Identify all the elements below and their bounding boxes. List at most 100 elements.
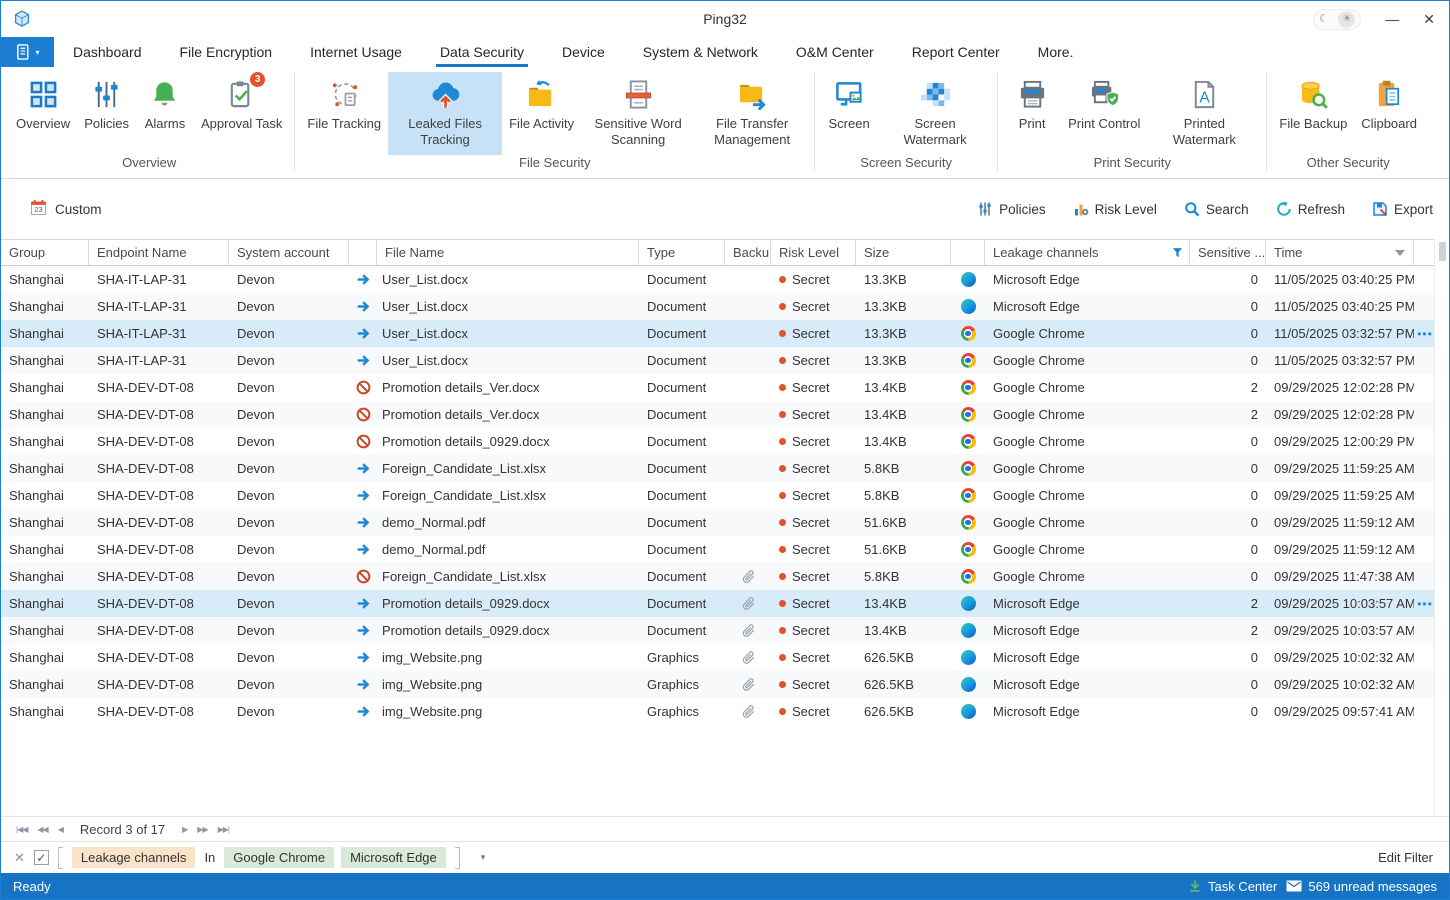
column-header-group[interactable]: Group <box>1 240 89 265</box>
column-header-sensitive[interactable]: Sensitive ... <box>1190 240 1266 265</box>
cell-sensitive-count: 0 <box>1190 320 1266 347</box>
tab-o-m-center[interactable]: O&M Center <box>777 37 893 67</box>
ribbon-item-print-control[interactable]: Print Control <box>1061 72 1147 155</box>
filter-value-chip[interactable]: Google Chrome <box>224 847 334 868</box>
sort-dropdown-icon[interactable] <box>1395 250 1405 256</box>
risk-label: Secret <box>792 407 830 422</box>
column-header-empty[interactable] <box>1414 240 1436 265</box>
prev-record-icon[interactable]: ◀ <box>53 825 68 834</box>
table-row[interactable]: ShanghaiSHA-DEV-DT-08Devonimg_Website.pn… <box>1 644 1434 671</box>
tab-file-encryption[interactable]: File Encryption <box>161 37 292 67</box>
table-row[interactable]: ShanghaiSHA-DEV-DT-08DevonForeign_Candid… <box>1 482 1434 509</box>
cell-type: Graphics <box>639 698 725 725</box>
ribbon-item-alarms[interactable]: Alarms <box>136 72 194 155</box>
vertical-scrollbar[interactable] <box>1434 239 1449 816</box>
table-row[interactable]: ShanghaiSHA-IT-LAP-31DevonUser_List.docx… <box>1 320 1434 347</box>
cell-leakage-channel: Google Chrome <box>985 455 1190 482</box>
column-header-size[interactable]: Size <box>856 240 951 265</box>
column-header-risk-level[interactable]: Risk Level <box>771 240 856 265</box>
risk-level-button[interactable]: Risk Level <box>1073 201 1157 217</box>
screen-watermark-icon <box>920 76 951 112</box>
table-row[interactable]: ShanghaiSHA-DEV-DT-08DevonPromotion deta… <box>1 590 1434 617</box>
ribbon-item-file-activity[interactable]: File Activity <box>502 72 581 155</box>
table-row[interactable]: ShanghaiSHA-DEV-DT-08DevonPromotion deta… <box>1 428 1434 455</box>
tab-report-center[interactable]: Report Center <box>893 37 1019 67</box>
column-header-leakage-channels[interactable]: Leakage channels <box>985 240 1190 265</box>
cell-endpoint-name: SHA-IT-LAP-31 <box>89 266 229 293</box>
refresh-button[interactable]: Refresh <box>1276 201 1345 217</box>
app-menu-button[interactable]: ▾ <box>1 37 54 67</box>
table-row[interactable]: ShanghaiSHA-DEV-DT-08DevonForeign_Candid… <box>1 563 1434 590</box>
tab-dashboard[interactable]: Dashboard <box>54 37 161 67</box>
column-header-endpoint-name[interactable]: Endpoint Name <box>89 240 229 265</box>
cell-endpoint-name: SHA-DEV-DT-08 <box>89 617 229 644</box>
filter-value-chip[interactable]: Microsoft Edge <box>341 847 446 868</box>
export-button[interactable]: Export <box>1372 201 1433 217</box>
ribbon-item-screen-watermark[interactable]: Screen Watermark <box>878 72 992 155</box>
table-row[interactable]: ShanghaiSHA-DEV-DT-08DevonPromotion deta… <box>1 374 1434 401</box>
edit-filter-button[interactable]: Edit Filter <box>1378 850 1433 865</box>
table-row[interactable]: ShanghaiSHA-IT-LAP-31DevonUser_List.docx… <box>1 293 1434 320</box>
scrollbar-thumb[interactable] <box>1439 242 1446 261</box>
column-header-system-account[interactable]: System account <box>229 240 349 265</box>
task-center-button[interactable]: Task Center <box>1188 879 1277 894</box>
ribbon-item-print[interactable]: Print <box>1003 72 1061 155</box>
cell-backup-empty <box>725 374 771 401</box>
close-button[interactable]: ✕ <box>1423 12 1435 26</box>
fast-prev-icon[interactable]: ◀◀ <box>32 825 52 834</box>
table-row[interactable]: ShanghaiSHA-DEV-DT-08Devondemo_Normal.pd… <box>1 509 1434 536</box>
ribbon-item-file-tracking[interactable]: File Tracking <box>300 72 388 155</box>
tab-more[interactable]: More. <box>1019 37 1093 67</box>
search-button[interactable]: Search <box>1184 201 1249 217</box>
app-window: Ping32 ☾ ☀ — ✕ ▾ DashboardFile Encryptio… <box>0 0 1450 900</box>
column-header-time[interactable]: Time <box>1266 240 1414 265</box>
policies-button[interactable]: Policies <box>977 201 1046 217</box>
tab-internet-usage[interactable]: Internet Usage <box>291 37 421 67</box>
column-header-backup[interactable]: Backup <box>725 240 771 265</box>
tab-system-network[interactable]: System & Network <box>624 37 777 67</box>
ribbon-item-file-backup[interactable]: File Backup <box>1272 72 1354 155</box>
column-header-file-name[interactable]: File Name <box>377 240 639 265</box>
ribbon-item-leaked-files-tracking[interactable]: Leaked Files Tracking <box>388 72 502 155</box>
fast-next-icon[interactable]: ▶▶ <box>192 825 212 834</box>
tab-data-security[interactable]: Data Security <box>421 37 543 67</box>
table-row[interactable]: ShanghaiSHA-DEV-DT-08DevonForeign_Candid… <box>1 455 1434 482</box>
table-row[interactable]: ShanghaiSHA-DEV-DT-08DevonPromotion deta… <box>1 617 1434 644</box>
column-header-type[interactable]: Type <box>639 240 725 265</box>
ribbon-item-file-transfer-management[interactable]: File Transfer Management <box>695 72 809 155</box>
filter-field-chip[interactable]: Leakage channels <box>72 847 196 868</box>
next-record-icon[interactable]: ▶ <box>177 825 192 834</box>
filter-enabled-checkbox[interactable]: ✓ <box>34 850 49 865</box>
theme-toggle[interactable]: ☾ ☀ <box>1313 9 1361 30</box>
ribbon-item-clipboard[interactable]: Clipboard <box>1354 72 1424 155</box>
first-record-icon[interactable]: |◀◀ <box>11 825 32 834</box>
column-header-empty[interactable] <box>951 240 985 265</box>
table-row[interactable]: ShanghaiSHA-DEV-DT-08DevonPromotion deta… <box>1 401 1434 428</box>
minimize-button[interactable]: — <box>1385 12 1399 26</box>
table-row[interactable]: ShanghaiSHA-DEV-DT-08Devonimg_Website.pn… <box>1 698 1434 725</box>
chevron-down-icon[interactable]: ▾ <box>481 852 486 863</box>
unread-messages-button[interactable]: 569 unread messages <box>1286 879 1437 894</box>
ribbon-item-approval-task[interactable]: 3Approval Task <box>194 72 289 155</box>
table-row[interactable]: ShanghaiSHA-IT-LAP-31DevonUser_List.docx… <box>1 347 1434 374</box>
more-options-button[interactable]: ••• <box>1414 320 1434 347</box>
cell-file-name: User_List.docx <box>377 347 639 374</box>
ribbon-item-sensitive-word-scanning[interactable]: Sensitive Word Scanning <box>581 72 695 155</box>
ribbon-item-screen[interactable]: Screen <box>820 72 878 155</box>
ribbon-item-overview[interactable]: Overview <box>9 72 77 155</box>
column-header-empty[interactable] <box>349 240 377 265</box>
more-options-button[interactable]: ••• <box>1414 590 1434 617</box>
ribbon-item-policies[interactable]: Policies <box>77 72 136 155</box>
filter-operator: In <box>204 850 215 865</box>
table-row[interactable]: ShanghaiSHA-IT-LAP-31DevonUser_List.docx… <box>1 266 1434 293</box>
cell-more-empty <box>1414 293 1434 320</box>
clear-filter-button[interactable]: ✕ <box>14 850 25 866</box>
custom-date-filter-button[interactable]: 23 Custom <box>30 199 102 219</box>
last-record-icon[interactable]: ▶▶| <box>213 825 234 834</box>
tab-device[interactable]: Device <box>543 37 624 67</box>
ribbon-item-printed-watermark[interactable]: APrinted Watermark <box>1147 72 1261 155</box>
table-row[interactable]: ShanghaiSHA-DEV-DT-08Devonimg_Website.pn… <box>1 671 1434 698</box>
table-row[interactable]: ShanghaiSHA-DEV-DT-08Devondemo_Normal.pd… <box>1 536 1434 563</box>
funnel-filter-icon[interactable] <box>1172 247 1183 258</box>
cell-leakage-channel: Microsoft Edge <box>985 266 1190 293</box>
